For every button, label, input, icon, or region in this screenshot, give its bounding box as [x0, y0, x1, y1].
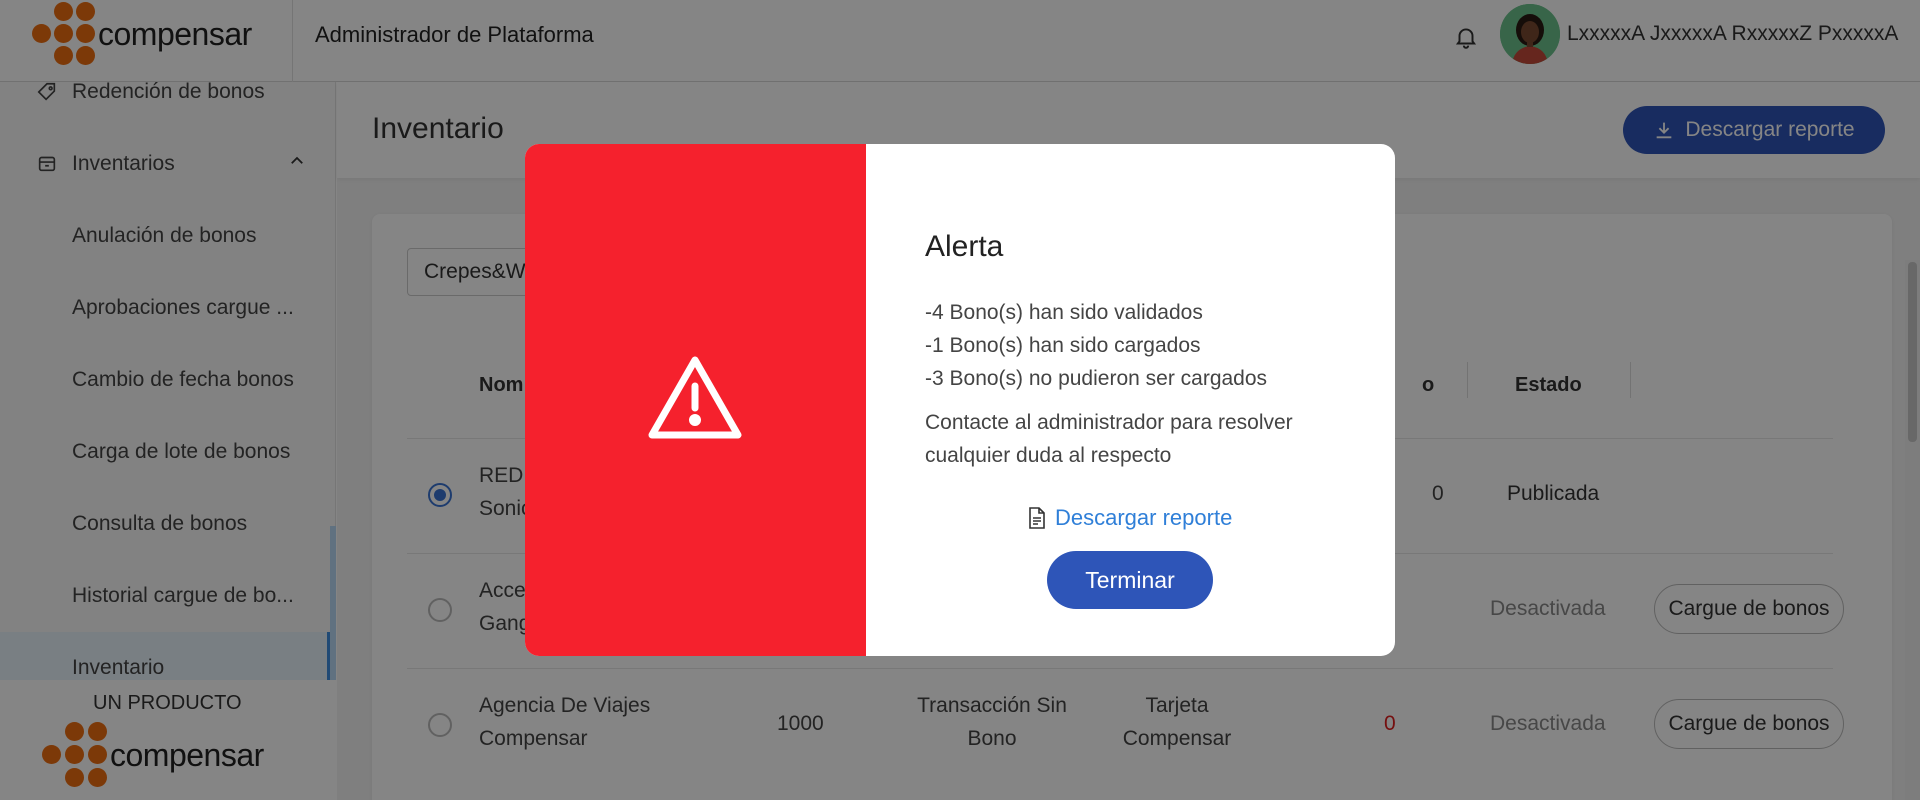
- alert-dialog: Alerta -4 Bono(s) han sido validados -1 …: [525, 144, 1395, 656]
- summary-line: -3 Bono(s) no pudieron ser cargados: [925, 367, 1268, 390]
- warning-icon: [648, 356, 742, 439]
- finish-button[interactable]: Terminar: [1047, 551, 1213, 609]
- document-icon: [1029, 507, 1045, 529]
- dialog-summary: -4 Bono(s) han sido validados -1 Bono(s)…: [925, 296, 1267, 395]
- dialog-contact-text: Contacte al administrador para resolver …: [925, 411, 1293, 467]
- dialog-title: Alerta: [925, 230, 1004, 263]
- alert-panel: [525, 144, 866, 656]
- summary-line: -1 Bono(s) han sido cargados: [925, 334, 1201, 357]
- download-link-label: Descargar reporte: [1055, 505, 1233, 530]
- download-report-link[interactable]: Descargar reporte: [1027, 505, 1232, 531]
- summary-line: -4 Bono(s) han sido validados: [925, 301, 1203, 324]
